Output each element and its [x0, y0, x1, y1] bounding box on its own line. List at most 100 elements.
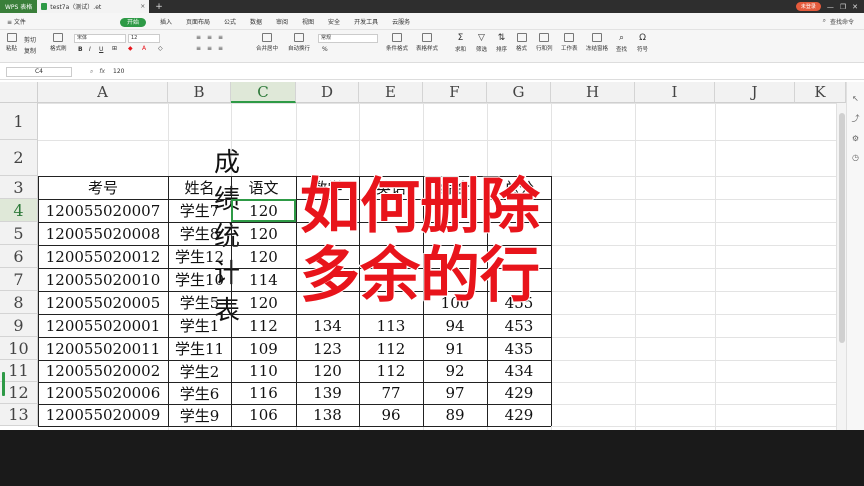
menu-item-view[interactable]: 视图: [295, 17, 321, 26]
data-cell[interactable]: 学生2: [168, 360, 231, 382]
row-header-9[interactable]: 9: [0, 314, 38, 337]
col-header-h[interactable]: H: [551, 82, 635, 103]
data-cell[interactable]: 96: [359, 404, 423, 426]
login-button[interactable]: 未登录: [795, 2, 821, 11]
fill-color-icon[interactable]: ◆: [128, 45, 133, 52]
align-bottom-icon[interactable]: ≡: [218, 34, 223, 41]
fx-icon[interactable]: fx: [99, 68, 105, 75]
menu-item-cloud[interactable]: 云服务: [385, 17, 417, 26]
data-cell[interactable]: 109: [231, 337, 296, 360]
underline-button[interactable]: U: [99, 46, 103, 53]
data-cell[interactable]: 112: [359, 337, 423, 360]
format-painter-button[interactable]: 格式刷: [50, 33, 67, 52]
data-cell[interactable]: 学生11: [168, 337, 231, 360]
data-cell[interactable]: 120055020009: [38, 404, 168, 426]
row-header-1[interactable]: 1: [0, 103, 38, 140]
data-cell[interactable]: 94: [423, 314, 487, 337]
row-header-8[interactable]: 8: [0, 291, 38, 314]
merge-center-button[interactable]: 合并居中: [256, 33, 278, 52]
data-cell[interactable]: 139: [296, 382, 359, 404]
number-format-select[interactable]: 常规: [318, 34, 378, 43]
data-cell[interactable]: 89: [423, 404, 487, 426]
align-right-icon[interactable]: ≡: [218, 45, 223, 52]
data-cell[interactable]: 120055020002: [38, 360, 168, 382]
minimize-button[interactable]: —: [827, 3, 834, 11]
menu-item-security[interactable]: 安全: [321, 17, 347, 26]
data-cell[interactable]: 120: [231, 245, 296, 268]
data-cell[interactable]: 学生8: [168, 222, 231, 245]
data-cell[interactable]: 120055020012: [38, 245, 168, 268]
format-button[interactable]: 格式: [516, 33, 527, 52]
data-cell[interactable]: 学生1: [168, 314, 231, 337]
data-cell[interactable]: 138: [296, 404, 359, 426]
menu-item-insert[interactable]: 插入: [153, 17, 179, 26]
data-cell[interactable]: 120055020006: [38, 382, 168, 404]
data-cell[interactable]: 434: [487, 360, 551, 382]
col-header-k[interactable]: K: [795, 82, 846, 103]
data-cell[interactable]: 453: [487, 314, 551, 337]
row-header-10[interactable]: 10: [0, 337, 38, 360]
header-cell[interactable]: 考号: [38, 176, 168, 199]
col-header-a[interactable]: A: [38, 82, 168, 103]
align-left-icon[interactable]: ≡: [196, 45, 201, 52]
symbol-button[interactable]: Ω 符号: [637, 33, 648, 53]
menu-item-formula[interactable]: 公式: [217, 17, 243, 26]
data-cell[interactable]: 学生10: [168, 268, 231, 291]
scroll-thumb[interactable]: [839, 113, 845, 343]
command-search[interactable]: ⌕ 查找命令: [823, 17, 864, 26]
data-cell[interactable]: 学生9: [168, 404, 231, 426]
font-color-icon[interactable]: A: [142, 45, 146, 52]
col-header-i[interactable]: I: [635, 82, 715, 103]
table-style-button[interactable]: 表格样式: [416, 33, 438, 52]
file-menu[interactable]: ≡ 文件: [0, 17, 33, 26]
filter-button[interactable]: ▽ 筛选: [476, 33, 487, 53]
col-header-b[interactable]: B: [168, 82, 231, 103]
data-cell[interactable]: 学生7: [168, 199, 231, 222]
sum-button[interactable]: Σ 求和: [455, 33, 466, 53]
share-icon[interactable]: ⤴: [852, 113, 860, 124]
border-icon[interactable]: ⊞: [112, 45, 117, 52]
col-header-d[interactable]: D: [296, 82, 359, 103]
col-header-f[interactable]: F: [423, 82, 487, 103]
font-size-select[interactable]: 12: [128, 34, 160, 43]
data-cell[interactable]: 120: [296, 360, 359, 382]
wrap-text-button[interactable]: 自动换行: [288, 33, 310, 52]
data-cell[interactable]: 112: [231, 314, 296, 337]
data-cell[interactable]: 97: [423, 382, 487, 404]
data-cell[interactable]: 123: [296, 337, 359, 360]
data-cell[interactable]: 435: [487, 337, 551, 360]
menu-item-start[interactable]: 开始: [119, 17, 146, 27]
menu-item-developer[interactable]: 开发工具: [347, 17, 385, 26]
row-header-4[interactable]: 4: [0, 199, 38, 222]
italic-button[interactable]: I: [89, 46, 91, 53]
data-cell[interactable]: 120055020007: [38, 199, 168, 222]
maximize-button[interactable]: ❐: [840, 3, 846, 11]
row-col-button[interactable]: 行和列: [536, 33, 553, 52]
col-header-j[interactable]: J: [715, 82, 795, 103]
data-cell[interactable]: 429: [487, 404, 551, 426]
header-cell[interactable]: 姓名: [168, 176, 231, 199]
data-cell[interactable]: 120055020005: [38, 291, 168, 314]
data-cell[interactable]: 134: [296, 314, 359, 337]
data-cell[interactable]: 77: [359, 382, 423, 404]
font-select[interactable]: 宋体: [74, 34, 126, 43]
settings-icon[interactable]: ⚙: [852, 134, 859, 143]
row-header-11[interactable]: 11: [0, 360, 38, 382]
data-cell[interactable]: 学生5: [168, 291, 231, 314]
find-button[interactable]: ⌕ 查找: [616, 33, 627, 53]
data-cell[interactable]: 91: [423, 337, 487, 360]
data-cell[interactable]: 114: [231, 268, 296, 291]
align-top-icon[interactable]: ≡: [196, 34, 201, 41]
data-cell[interactable]: 110: [231, 360, 296, 382]
row-header-12[interactable]: 12: [0, 382, 38, 404]
col-header-g[interactable]: G: [487, 82, 551, 103]
row-header-3[interactable]: 3: [0, 176, 38, 199]
row-header-7[interactable]: 7: [0, 268, 38, 291]
name-box[interactable]: C4: [6, 66, 72, 77]
data-cell[interactable]: 120055020008: [38, 222, 168, 245]
align-center-icon[interactable]: ≡: [207, 45, 212, 52]
row-header-2[interactable]: 2: [0, 140, 38, 176]
close-tab-icon[interactable]: ×: [140, 3, 145, 10]
cut-button[interactable]: 剪切: [24, 35, 36, 44]
bold-button[interactable]: B: [78, 46, 83, 53]
